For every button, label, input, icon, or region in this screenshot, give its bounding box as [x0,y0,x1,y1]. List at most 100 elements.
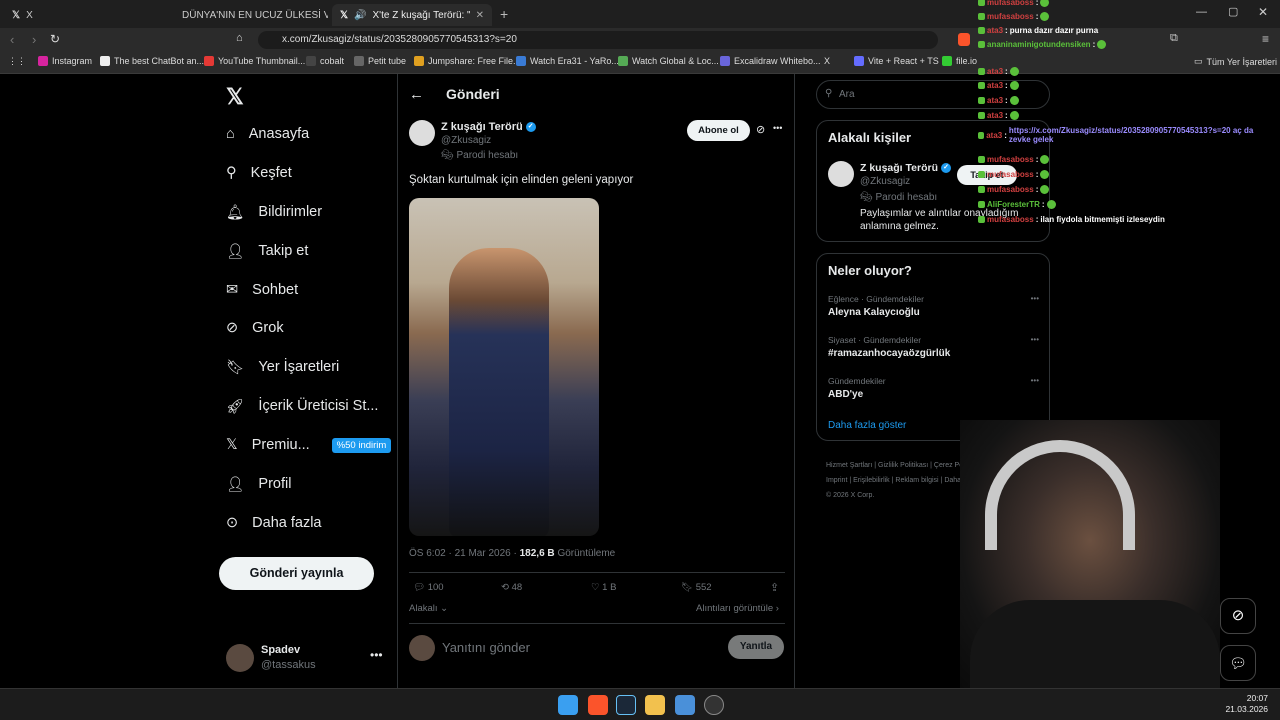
more-options-icon[interactable]: ••• [773,123,782,133]
app-icon[interactable] [704,695,724,715]
bookmark-instagram[interactable]: Instagram [38,56,92,66]
nav-bookmarks[interactable]: 🔖︎ Yer İşaretleri [226,352,339,382]
grok-icon[interactable]: ⊘ [756,123,765,136]
user-name: Spadev [261,644,301,656]
bookmark-x[interactable]: X [824,56,830,66]
more-icon[interactable]: ••• [370,648,383,662]
bookmark-cobalt[interactable]: cobalt [306,56,344,66]
messages-floating-button[interactable]: 💬︎ [1220,645,1256,681]
more-options-icon[interactable]: ••• [1031,335,1039,344]
brave-icon[interactable] [588,695,608,715]
home-icon: ⌂ [226,126,235,142]
menu-icon[interactable]: ≡ [1262,32,1269,46]
more-options-icon[interactable]: ••• [1031,294,1039,303]
nav-profile[interactable]: 👤︎ Profil [226,469,291,499]
steam-icon[interactable] [616,695,636,715]
chat-separator: : [1035,0,1039,7]
bookmark-action[interactable]: 🔖︎ 552 [681,582,712,593]
grok-floating-button[interactable]: ⊘ [1220,598,1256,634]
bookmark-chatbot[interactable]: The best ChatBot an... [100,56,204,66]
bookmark-watch-global[interactable]: Watch Global & Loc... [618,56,719,66]
repost-action[interactable]: ⟲ 48 [501,582,522,593]
bookmark-youtube-thumbnail[interactable]: YouTube Thumbnail... [204,56,305,66]
reload-icon[interactable]: ↻ [50,32,60,46]
chat-emote-icon [1009,96,1019,105]
bookmark-vite[interactable]: Vite + React + TS [854,56,939,66]
close-window-icon[interactable]: ✕ [1258,5,1268,19]
reply-action[interactable]: 💬︎ 100 [413,582,444,593]
person-shirt [970,600,1220,690]
chat-emote-icon [1097,40,1107,49]
like-action[interactable]: ♡ 1 B [591,582,616,593]
chat-username: ananinaminigotundensiken [987,40,1091,49]
clock[interactable]: 20:07 21.03.2026 [1222,693,1268,715]
trend-item[interactable]: Gündemdekiler ABD'ye ••• [828,376,1043,406]
monitor-icon[interactable] [675,695,695,715]
nav-home[interactable]: ⌂ Anasayfa [226,119,309,149]
chat-message: mufasaboss : [978,0,1050,7]
related-dropdown[interactable]: Alakalı ⌄ [409,603,448,614]
nav-explore[interactable]: ⚲ Keşfet [226,158,292,188]
bookmark-fileio[interactable]: file.io [942,56,977,66]
nav-creator-studio[interactable]: 🚀︎ İçerik Üreticisi St... [226,391,378,421]
apps-icon[interactable]: ⋮⋮ [8,56,26,67]
nav-premium[interactable]: 𝕏 Premiu... %50 indirim [226,430,392,460]
bookmark-jumpshare[interactable]: Jumpshare: Free File... [414,56,521,66]
related-name[interactable]: Z kuşağı Terörü ✓ [860,162,951,174]
related-avatar[interactable] [828,161,854,187]
maximize-icon[interactable]: ▢ [1228,5,1238,18]
chat-separator: : [1005,96,1008,105]
back-arrow-icon[interactable]: ← [409,86,424,103]
chat-emote-icon [1040,155,1050,164]
view-quotes-link[interactable]: Alıntıları görüntüle › [696,603,779,614]
chat-text: purna dazır dazır purna [1009,26,1099,35]
tab-youtube[interactable]: DÜNYA'NIN EN UCUZ ÜLKESİ VİETNA [168,4,328,26]
bookmark-petit-tube[interactable]: Petit tube [354,56,406,66]
share-icon[interactable]: ⇪ [770,581,779,594]
extensions-icon[interactable]: ⧉ [1170,32,1178,45]
post-text: Şoktan kurtulmak için elinden geleni yap… [409,174,634,186]
bookmark-icon: 🔖︎ [681,582,694,593]
trend-item[interactable]: Eğlence · Gündemdekiler Aleyna Kalaycıoğ… [828,294,1043,324]
chat-emote-icon [1040,12,1050,21]
mask-icon: 🎭︎ [441,150,454,161]
rocket-icon: 🚀︎ [226,398,245,415]
brave-shield-icon[interactable] [958,33,970,46]
profile-icon: 👤︎ [226,476,245,493]
file-explorer-icon[interactable] [645,695,665,715]
post-column: ← Gönderi Z kuşağı Terörü ✓ @Zkusagiz 🎭︎ … [397,74,795,688]
bookmark-excalidraw[interactable]: Excalidraw Whitebo... [720,56,821,66]
bookmark-all[interactable]: ▭ Tüm Yer İşaretleri [1194,56,1277,67]
back-icon[interactable]: ‹ [10,32,14,47]
close-tab-icon[interactable]: ✕ [476,10,484,21]
trend-item[interactable]: Siyaset · Gündemdekiler #ramazanhocayaöz… [828,335,1043,365]
tab-x[interactable]: 𝕏 X [4,4,170,26]
account-switcher[interactable]: Spadev @tassakus ••• [226,642,386,674]
divider [409,623,785,624]
nav-chat[interactable]: ✉ Sohbet [226,275,298,305]
forward-icon[interactable]: › [32,32,36,47]
minimize-icon[interactable]: — [1196,6,1207,18]
more-options-icon[interactable]: ••• [1031,376,1039,385]
tab-active-post[interactable]: 𝕏 🔊 X'te Z kuşağı Terörü: "Şoktan ✕ [332,4,492,26]
windows-start-icon[interactable] [558,695,578,715]
nav-grok[interactable]: ⊘ Grok [226,313,284,343]
url-field[interactable]: x.com/Zkusagiz/status/203528090577054531… [258,31,938,49]
nav-more[interactable]: ⊙ Daha fazla [226,508,321,538]
reply-button[interactable]: Yanıtla [728,635,784,659]
author-avatar[interactable] [409,120,435,146]
reply-input[interactable]: Yanıtını gönder [442,640,530,655]
show-more-link[interactable]: Daha fazla göster [828,420,906,431]
related-handle: @Zkusagiz [860,176,911,187]
x-logo-icon[interactable]: 𝕏 [226,84,244,110]
bookmark-page-icon[interactable]: ⌂ [236,32,243,44]
chat-badge-icon [978,41,985,48]
nav-notifications[interactable]: 🔔︎ Bildirimler [226,197,322,227]
bookmark-era31[interactable]: Watch Era31 - YaRo... [516,56,619,66]
new-tab-icon[interactable]: + [500,6,508,22]
post-video[interactable] [409,198,599,536]
author-name[interactable]: Z kuşağı Terörü ✓ [441,121,536,133]
post-button[interactable]: Gönderi yayınla [219,557,374,590]
follow-button[interactable]: Abone ol [687,120,750,141]
nav-follow[interactable]: 👤︎ Takip et [226,236,308,266]
